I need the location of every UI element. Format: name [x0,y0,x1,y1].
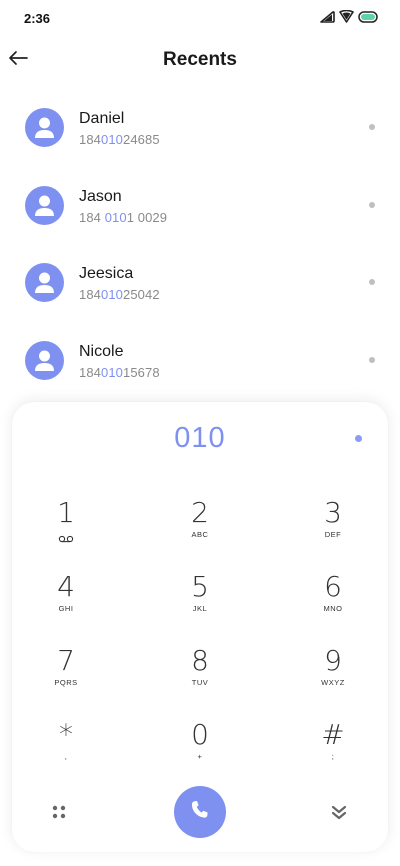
contact-number: 18401025042 [79,287,160,302]
contact-row-daniel[interactable]: Daniel 18401024685 [0,96,400,174]
dialed-number[interactable]: 010 [12,422,388,455]
key-digit: # [321,718,345,751]
key-letters: MNO [323,604,343,613]
wifi-icon [339,10,354,23]
avatar [25,263,64,302]
avatar [25,185,64,225]
person-icon [35,350,54,371]
phone-icon [188,798,212,827]
collapse-dialpad-button[interactable] [330,804,348,825]
person-icon [35,117,54,138]
key-6[interactable]: 6 MNO [288,572,378,630]
contact-number: 18401015678 [79,364,160,380]
voicemail-icon [21,530,111,543]
key-3[interactable]: 3 DEF [288,498,378,556]
signal-icon [320,10,335,23]
contact-row-nicole[interactable]: Nicole 18401015678 [0,329,400,407]
contact-name: Jeesica [79,265,134,282]
status-icons [320,10,378,23]
key-letters: ABC [191,530,209,539]
dialpad: 010 1 2 ABC 3 DEF 4 GHI 5 JKL 6 MNO 7 PQ… [12,402,388,852]
more-dot[interactable] [369,279,375,285]
key-letters: TUV [191,678,209,687]
key-hash[interactable]: # ; [288,720,378,778]
status-bar: 2:36 [0,0,400,36]
display-indicator-dot [355,435,362,442]
chevron-double-down-icon [330,805,348,824]
header: Recents [0,40,400,80]
contact-row-jason[interactable]: Jason 184 0101 0029 [0,174,400,252]
key-0[interactable]: 0 + [155,720,245,778]
page-title: Recents [163,49,237,70]
key-letters: ; [331,752,335,761]
avatar [25,340,64,380]
key-1[interactable]: 1 [21,498,111,556]
contact-name: Nicole [79,342,124,360]
key-digit: 9 [324,644,342,677]
more-dot[interactable] [369,201,375,208]
contact-name: Daniel [79,110,125,127]
key-digit: 3 [324,496,342,529]
key-digit: 7 [57,644,75,677]
key-digit: 6 [324,570,342,603]
key-7[interactable]: 7 PQRS [21,646,111,704]
person-icon [35,195,54,216]
key-8[interactable]: 8 TUV [155,646,245,704]
key-letters: GHI [58,604,74,613]
status-time: 2:36 [24,11,51,26]
key-digit: 4 [57,570,75,603]
key-4[interactable]: 4 GHI [21,572,111,630]
key-digit: * [59,718,73,751]
key-letters: PQRS [54,678,78,687]
key-5[interactable]: 5 JKL [155,572,245,630]
key-9[interactable]: 9 WXYZ [288,646,378,704]
contact-row-jeesica[interactable]: Jeesica 18401025042 [0,251,400,329]
grid-dots-button[interactable] [51,804,67,825]
key-letters: JKL [192,604,208,613]
key-letters: + [197,752,203,761]
key-letters: DEF [324,530,342,539]
key-2[interactable]: 2 ABC [155,498,245,556]
key-digit: 0 [191,718,209,751]
more-dot[interactable] [369,124,375,130]
recents-list: Daniel 18401024685 Jason 184 0101 0029 J… [0,96,400,406]
person-icon [35,272,54,293]
avatar [25,108,64,147]
grid-dots-icon [51,805,67,824]
battery-icon [358,10,378,23]
call-button[interactable] [174,786,226,838]
key-letters: WXYZ [321,678,345,687]
key-digit: 5 [191,570,209,603]
key-digit: 8 [191,644,209,677]
key-letters: , [64,752,68,761]
key-star[interactable]: * , [21,720,111,778]
contact-number: 18401024685 [79,132,160,147]
key-digit: 2 [191,496,209,529]
contact-number: 184 0101 0029 [79,209,168,225]
more-dot[interactable] [369,356,375,363]
contact-name: Jason [79,187,122,205]
key-digit: 1 [57,496,75,529]
